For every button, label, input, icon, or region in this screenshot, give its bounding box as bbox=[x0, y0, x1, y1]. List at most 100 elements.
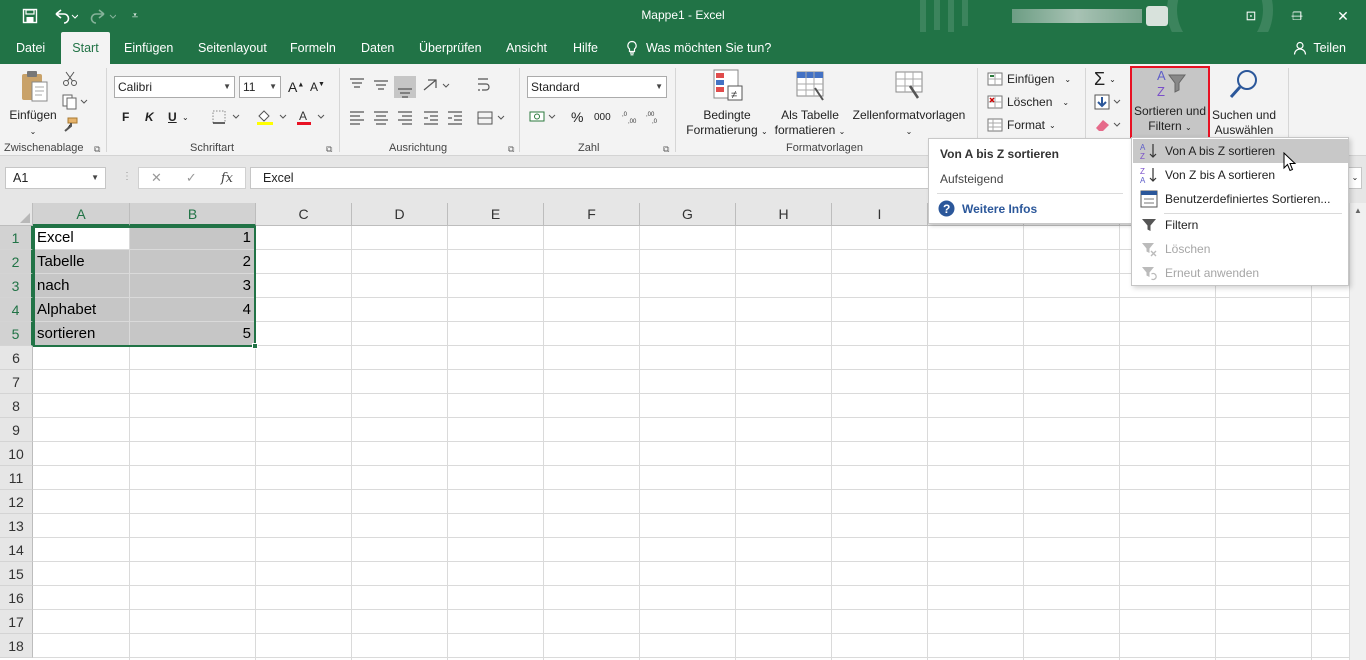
menu-item-filter[interactable]: Filtern bbox=[1133, 213, 1348, 237]
account-name[interactable] bbox=[1012, 9, 1142, 23]
menu-item-sort-a-z[interactable]: AZ Von A bis Z sortieren bbox=[1133, 139, 1348, 163]
row-header-8[interactable]: 8 bbox=[0, 394, 33, 418]
column-header-i[interactable]: I bbox=[832, 203, 928, 226]
cell-a1[interactable]: Excel bbox=[33, 226, 130, 250]
conditional-formatting-button[interactable]: ≠ Bedingte Formatierung ⌄ bbox=[684, 68, 770, 139]
column-header-d[interactable]: D bbox=[352, 203, 448, 226]
cell-b3[interactable]: 3 bbox=[130, 274, 256, 298]
tab-ansicht[interactable]: Ansicht bbox=[498, 32, 555, 64]
customize-toolbar-icon[interactable]: ⩡ bbox=[126, 0, 144, 32]
thousands-button[interactable]: 000 bbox=[594, 106, 611, 128]
autosum-button[interactable]: Σ ⌄ bbox=[1094, 68, 1116, 90]
tab-daten[interactable]: Daten bbox=[353, 32, 402, 64]
menu-item-sort-z-a[interactable]: ZA Von Z bis A sortieren bbox=[1133, 163, 1348, 187]
menu-item-reapply[interactable]: Erneut anwenden bbox=[1133, 261, 1348, 285]
tab-formeln[interactable]: Formeln bbox=[282, 32, 344, 64]
restore-button[interactable]: ❐ bbox=[1274, 0, 1320, 32]
scroll-up-icon[interactable]: ▲ bbox=[1350, 206, 1366, 215]
cut-button[interactable] bbox=[62, 68, 78, 90]
menu-item-custom-sort[interactable]: Benutzerdefiniertes Sortieren... bbox=[1133, 187, 1348, 211]
dialog-launcher-icon[interactable]: ⧉ bbox=[326, 144, 332, 155]
copy-button[interactable] bbox=[62, 91, 88, 113]
row-header-15[interactable]: 15 bbox=[0, 562, 33, 586]
more-info-link[interactable]: ? Weitere Infos bbox=[938, 200, 1037, 217]
format-painter-button[interactable] bbox=[62, 114, 78, 136]
row-header-1[interactable]: 1 bbox=[0, 226, 33, 250]
ribbon-display-options-icon[interactable]: ⊡ bbox=[1228, 0, 1274, 32]
paste-button[interactable]: Einfügen ⌄ bbox=[6, 68, 60, 139]
dialog-launcher-icon[interactable]: ⧉ bbox=[663, 144, 669, 155]
insert-function-icon[interactable]: fx bbox=[221, 171, 233, 186]
column-header-g[interactable]: G bbox=[640, 203, 736, 226]
currency-button[interactable] bbox=[529, 106, 561, 128]
row-header-4[interactable]: 4 bbox=[0, 298, 33, 322]
chevron-down-icon[interactable]: ⌄ bbox=[182, 106, 189, 128]
sort-and-filter-button[interactable]: A Z Sortieren und Filtern ⌄ bbox=[1131, 66, 1209, 138]
clear-button[interactable] bbox=[1094, 114, 1122, 136]
font-color-button[interactable]: A bbox=[296, 106, 330, 128]
row-header-16[interactable]: 16 bbox=[0, 586, 33, 610]
row-header-18[interactable]: 18 bbox=[0, 634, 33, 658]
number-format-combo[interactable]: Standard ▼ bbox=[527, 76, 667, 98]
underline-button[interactable]: U bbox=[168, 106, 177, 128]
tab-start[interactable]: Start bbox=[61, 32, 110, 64]
close-button[interactable]: ✕ bbox=[1320, 0, 1366, 32]
grow-font-button[interactable]: A▲ bbox=[288, 76, 304, 98]
increase-decimal-button[interactable]: ,0,00 bbox=[622, 106, 640, 128]
shrink-font-button[interactable]: A▼ bbox=[310, 76, 325, 98]
save-icon[interactable] bbox=[16, 0, 44, 32]
delete-cells-button[interactable]: Löschen ⌄ bbox=[987, 91, 1069, 113]
cancel-icon[interactable]: ✕ bbox=[151, 170, 162, 186]
format-as-table-button[interactable]: Als Tabelle formatieren ⌄ bbox=[772, 68, 848, 139]
cell-a4[interactable]: Alphabet bbox=[33, 298, 130, 322]
column-header-a[interactable]: A bbox=[33, 203, 130, 226]
drag-handle-icon[interactable]: ⋮ bbox=[122, 171, 132, 182]
column-header-b[interactable]: B bbox=[130, 203, 256, 226]
cell-b1[interactable]: 1 bbox=[130, 226, 256, 250]
avatar[interactable] bbox=[1146, 6, 1168, 26]
menu-item-clear[interactable]: Löschen bbox=[1133, 237, 1348, 261]
share-button[interactable]: Teilen bbox=[1293, 32, 1346, 64]
vertical-scrollbar[interactable]: ▲ bbox=[1349, 203, 1366, 660]
undo-button[interactable] bbox=[48, 0, 82, 32]
cell-styles-button[interactable]: Zellenformatvorlagen ⌄ bbox=[850, 68, 968, 139]
fill-button[interactable] bbox=[1094, 91, 1122, 113]
borders-button[interactable] bbox=[212, 106, 242, 128]
expand-formula-bar-icon[interactable]: ⌄ bbox=[1348, 167, 1362, 189]
row-header-5[interactable]: 5 bbox=[0, 322, 33, 346]
row-header-7[interactable]: 7 bbox=[0, 370, 33, 394]
format-cells-button[interactable]: Format ⌄ bbox=[987, 114, 1056, 136]
cell-b4[interactable]: 4 bbox=[130, 298, 256, 322]
row-header-3[interactable]: 3 bbox=[0, 274, 33, 298]
tab-einfuegen[interactable]: Einfügen bbox=[116, 32, 181, 64]
column-header-e[interactable]: E bbox=[448, 203, 544, 226]
select-all-corner[interactable] bbox=[0, 203, 33, 226]
name-box[interactable]: A1 ▼ bbox=[5, 167, 106, 189]
cell-a2[interactable]: Tabelle bbox=[33, 250, 130, 274]
cell-b2[interactable]: 2 bbox=[130, 250, 256, 274]
column-header-h[interactable]: H bbox=[736, 203, 832, 226]
dialog-launcher-icon[interactable]: ⧉ bbox=[94, 144, 100, 155]
enter-icon[interactable]: ✓ bbox=[186, 170, 197, 186]
tab-seitenlayout[interactable]: Seitenlayout bbox=[190, 32, 275, 64]
row-header-2[interactable]: 2 bbox=[0, 250, 33, 274]
fill-color-button[interactable] bbox=[256, 106, 290, 128]
decrease-decimal-button[interactable]: ,00,0 bbox=[646, 106, 664, 128]
column-header-f[interactable]: F bbox=[544, 203, 640, 226]
dialog-launcher-icon[interactable]: ⧉ bbox=[508, 144, 514, 155]
tab-hilfe[interactable]: Hilfe bbox=[565, 32, 606, 64]
bold-button[interactable]: F bbox=[122, 106, 129, 128]
percent-button[interactable]: % bbox=[571, 106, 583, 128]
redo-button[interactable] bbox=[86, 0, 120, 32]
column-header-c[interactable]: C bbox=[256, 203, 352, 226]
row-header-13[interactable]: 13 bbox=[0, 514, 33, 538]
tab-ueberpruefen[interactable]: Überprüfen bbox=[411, 32, 490, 64]
tab-datei[interactable]: Datei bbox=[8, 32, 53, 64]
row-header-9[interactable]: 9 bbox=[0, 418, 33, 442]
insert-cells-button[interactable]: Einfügen ⌄ bbox=[987, 68, 1071, 90]
cell-b5[interactable]: 5 bbox=[130, 322, 256, 346]
font-name-combo[interactable]: Calibri ▼ bbox=[114, 76, 235, 98]
fill-handle[interactable] bbox=[252, 343, 258, 349]
italic-button[interactable]: K bbox=[145, 106, 154, 128]
row-header-6[interactable]: 6 bbox=[0, 346, 33, 370]
